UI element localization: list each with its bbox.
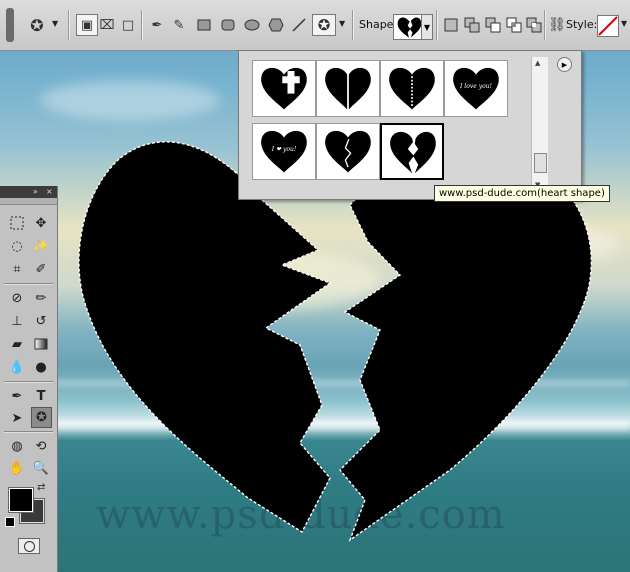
shape-label: Shape: — [359, 18, 398, 31]
shape-swatch-heart-i-heart-you[interactable]: I ❤ you! — [252, 123, 316, 180]
3d-rotate-tool-icon[interactable]: ◍ — [7, 436, 27, 456]
path-selection-tool-icon[interactable]: ➤ — [7, 408, 27, 428]
intersect-shape-areas-icon[interactable] — [505, 16, 523, 34]
spot-healing-brush-icon[interactable]: ⊘ — [7, 288, 27, 308]
clone-stamp-tool-icon[interactable]: ⊥ — [7, 311, 27, 331]
foreground-color-swatch[interactable] — [8, 487, 34, 513]
add-to-shape-area-icon[interactable] — [463, 16, 481, 34]
hand-tool-icon[interactable]: ✋ — [7, 458, 27, 478]
ellipse-shape-icon[interactable] — [243, 16, 261, 34]
broken-heart-right-half — [339, 149, 592, 542]
geometry-options-dropdown-arrow[interactable]: ▼ — [339, 19, 345, 28]
3d-orbit-tool-icon[interactable]: ⟲ — [31, 436, 51, 456]
crop-tool-icon[interactable]: ⌗ — [7, 259, 27, 279]
heart-shape-text: I love you! — [460, 83, 492, 90]
tool-preset-picker-icon[interactable]: ✪ — [26, 16, 48, 35]
history-brush-tool-icon[interactable]: ↺ — [31, 311, 51, 331]
tools-panel-titlebar[interactable]: » × — [0, 186, 57, 198]
gradient-tool-icon[interactable] — [31, 334, 51, 354]
shape-tooltip: www.psd-dude.com(heart shape) — [434, 185, 610, 202]
custom-shape-tool-icon[interactable]: ✪ — [31, 407, 52, 428]
eraser-tool-icon[interactable]: ▰ — [7, 334, 27, 354]
shape-swatch-broken-heart[interactable] — [380, 123, 444, 180]
scroll-up-arrow-icon[interactable]: ▲ — [535, 59, 540, 67]
eyedropper-tool-icon[interactable]: ✐ — [31, 259, 51, 279]
fill-pixels-mode-icon[interactable]: □ — [119, 16, 137, 34]
new-shape-layer-icon[interactable] — [442, 16, 460, 34]
subtract-shape-area-icon[interactable] — [484, 16, 502, 34]
brush-tool-icon[interactable]: ✏ — [31, 288, 51, 308]
zoom-tool-icon[interactable]: 🔍 — [31, 458, 51, 478]
shape-swatch-heart-split[interactable] — [316, 60, 380, 117]
custom-shape-tool-icon[interactable]: ✪ — [312, 14, 336, 36]
dodge-tool-icon[interactable]: ● — [31, 357, 51, 377]
magic-wand-tool-icon[interactable]: ✨ — [31, 236, 51, 256]
tools-panel-grip[interactable] — [0, 198, 57, 205]
broken-heart-left-half — [78, 141, 332, 533]
close-panel-icon[interactable]: × — [46, 186, 53, 198]
pen-tool-icon[interactable]: ✒ — [7, 386, 27, 406]
lasso-tool-icon[interactable]: ◌ — [7, 236, 27, 256]
shape-picker-scrollbar[interactable]: ▲ ▼ — [531, 57, 548, 191]
shape-swatch-heart-zipper[interactable] — [380, 60, 444, 117]
quick-mask-mode-button[interactable] — [18, 538, 40, 554]
style-dropdown-arrow[interactable]: ▼ — [621, 19, 627, 28]
style-label: Style: — [566, 18, 598, 31]
shape-swatch-heart-crack[interactable] — [316, 123, 380, 180]
rectangular-marquee-tool-icon[interactable] — [7, 213, 27, 233]
style-picker-button[interactable] — [597, 15, 619, 37]
swap-colors-icon[interactable]: ⇄ — [37, 482, 45, 493]
paths-mode-icon[interactable]: ⌧ — [98, 16, 116, 34]
scrollbar-thumb[interactable] — [534, 153, 547, 173]
polygon-shape-icon[interactable] — [267, 16, 285, 34]
pen-tool-icon[interactable]: ✒ — [148, 16, 166, 34]
rectangle-shape-icon[interactable] — [195, 16, 213, 34]
custom-shape-picker: I love you! I ❤ you! ▲ ▼ ▶ — [238, 50, 582, 200]
type-tool-icon[interactable]: T — [31, 386, 51, 406]
collapse-panel-icon[interactable]: » — [33, 186, 38, 198]
exclude-overlap-icon[interactable] — [525, 16, 543, 34]
shape-swatch-heart-cross[interactable] — [252, 60, 316, 117]
default-colors-icon[interactable] — [5, 517, 15, 527]
heart-shape-text: I ❤ you! — [271, 146, 297, 153]
blur-tool-icon[interactable]: 💧 — [7, 357, 27, 377]
tools-panel: » × ✥ ◌ ✨ ⌗ ✐ ⊘ ✏ ⊥ ↺ ▰ 💧 ● ✒ T ➤ ✪ ◍ ⟲ … — [0, 186, 58, 572]
options-bar: ✪ ▼ ▣ ⌧ □ ✒ ✎ ✪ ▼ Shape: ▼ ⛓ Style: ▼ — [0, 0, 630, 51]
shape-picker-menu-icon[interactable]: ▶ — [557, 57, 572, 72]
move-tool-icon[interactable]: ✥ — [31, 213, 51, 233]
line-shape-icon[interactable] — [290, 16, 308, 34]
options-bar-grip[interactable] — [6, 8, 14, 42]
freeform-pen-icon[interactable]: ✎ — [170, 16, 188, 34]
link-icon[interactable]: ⛓ — [548, 16, 566, 34]
shape-swatch-heart-i-love-you[interactable]: I love you! — [444, 60, 508, 117]
rounded-rectangle-shape-icon[interactable] — [219, 16, 237, 34]
shape-layers-mode-icon[interactable]: ▣ — [76, 14, 98, 36]
tool-preset-dropdown-arrow[interactable]: ▼ — [52, 19, 58, 28]
shape-picker-dropdown-arrow[interactable]: ▼ — [421, 14, 433, 40]
